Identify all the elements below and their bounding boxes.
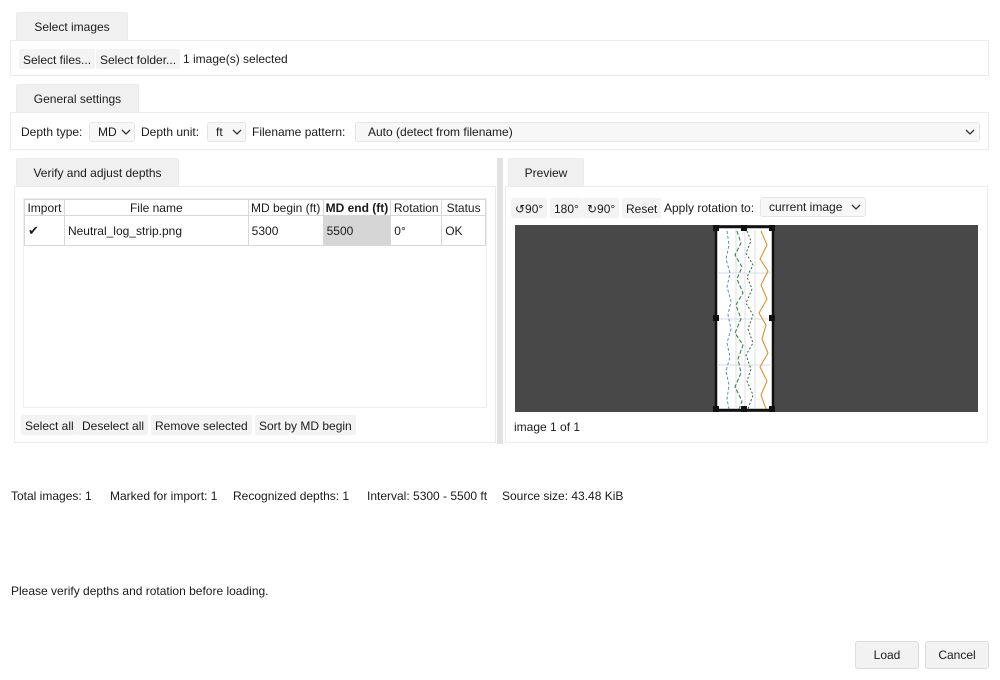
total-images: Total images: 1 [11, 489, 92, 503]
file-name-cell[interactable]: Neutral_log_strip.png [63, 215, 249, 246]
interval-info: Interval: 5300 - 5500 ft [367, 489, 488, 503]
status-cell: OK [441, 215, 486, 246]
chevron-down-icon [232, 129, 242, 135]
select-folder-button[interactable]: Select folder... [96, 49, 181, 69]
tab-select-images[interactable]: Select images [16, 12, 128, 40]
image-counter: image 1 of 1 [514, 420, 581, 434]
rotate-180-button[interactable]: 180° [550, 198, 583, 218]
depth-type-value: MD [98, 125, 117, 139]
verify-panel: Import File name MD begin (ft) MD end (f… [14, 186, 496, 443]
depth-unit-label: Depth unit: [141, 125, 200, 139]
select-images-panel: Select files... Select folder... 1 image… [10, 40, 989, 76]
md-end-cell[interactable]: 5500 [322, 215, 392, 246]
load-button[interactable]: Load [855, 641, 919, 669]
depth-type-select[interactable]: MD [89, 122, 135, 142]
depth-type-label: Depth type: [21, 125, 83, 139]
marked-for-import: Marked for import: 1 [110, 489, 218, 503]
cancel-button[interactable]: Cancel [925, 641, 989, 669]
col-import[interactable]: Import [24, 199, 65, 216]
col-md-end[interactable]: MD end (ft) [322, 199, 392, 216]
panel-splitter[interactable] [497, 158, 503, 444]
filename-pattern-value: Auto (detect from filename) [368, 125, 513, 139]
chevron-down-icon [965, 129, 975, 135]
tab-general-settings[interactable]: General settings [16, 84, 139, 112]
hint-text: Please verify depths and rotation before… [11, 584, 269, 598]
selection-status: 1 image(s) selected [183, 52, 288, 66]
rotate-left-button[interactable]: ↺90° [511, 198, 548, 218]
apply-rotation-label: Apply rotation to: [664, 201, 755, 215]
deselect-all-button[interactable]: Deselect all [78, 415, 149, 435]
depth-unit-select[interactable]: ft [207, 122, 246, 142]
log-strip-image[interactable] [515, 225, 978, 412]
sort-by-md-begin-button[interactable]: Sort by MD begin [255, 415, 356, 435]
preview-panel: ↺90° 180° ↻90° Reset Apply rotation to: … [505, 186, 988, 443]
source-size: Source size: 43.48 KiB [502, 489, 624, 503]
select-files-button[interactable]: Select files... [19, 49, 96, 69]
depth-unit-value: ft [216, 125, 223, 139]
filename-pattern-label: Filename pattern: [252, 125, 346, 139]
remove-selected-button[interactable]: Remove selected [151, 415, 252, 435]
table-row[interactable]: ✔ Neutral_log_strip.png 5300 5500 0° OK [24, 215, 486, 246]
tab-verify-depths[interactable]: Verify and adjust depths [16, 158, 179, 186]
chevron-down-icon [851, 204, 861, 210]
apply-rotation-select[interactable]: current image [760, 197, 866, 217]
import-checkbox[interactable]: ✔ [24, 215, 65, 246]
rotation-cell[interactable]: 0° [390, 215, 443, 246]
col-rotation[interactable]: Rotation [390, 199, 443, 216]
col-md-begin[interactable]: MD begin (ft) [247, 199, 324, 216]
col-status[interactable]: Status [441, 199, 486, 216]
col-file-name[interactable]: File name [63, 199, 249, 216]
general-settings-panel: Depth type: MD Depth unit: ft Filename p… [10, 112, 989, 150]
apply-rotation-value: current image [769, 200, 843, 214]
md-begin-cell[interactable]: 5300 [247, 215, 324, 246]
filename-pattern-select[interactable]: Auto (detect from filename) [355, 122, 980, 142]
reset-rotation-button[interactable]: Reset [622, 198, 662, 218]
chevron-down-icon [121, 129, 131, 135]
depth-table: Import File name MD begin (ft) MD end (f… [24, 199, 486, 246]
tab-preview[interactable]: Preview [508, 158, 584, 186]
select-all-button[interactable]: Select all [21, 415, 78, 435]
recognized-depths: Recognized depths: 1 [233, 489, 350, 503]
rotate-right-button[interactable]: ↻90° [583, 198, 620, 218]
preview-canvas[interactable] [515, 225, 978, 412]
